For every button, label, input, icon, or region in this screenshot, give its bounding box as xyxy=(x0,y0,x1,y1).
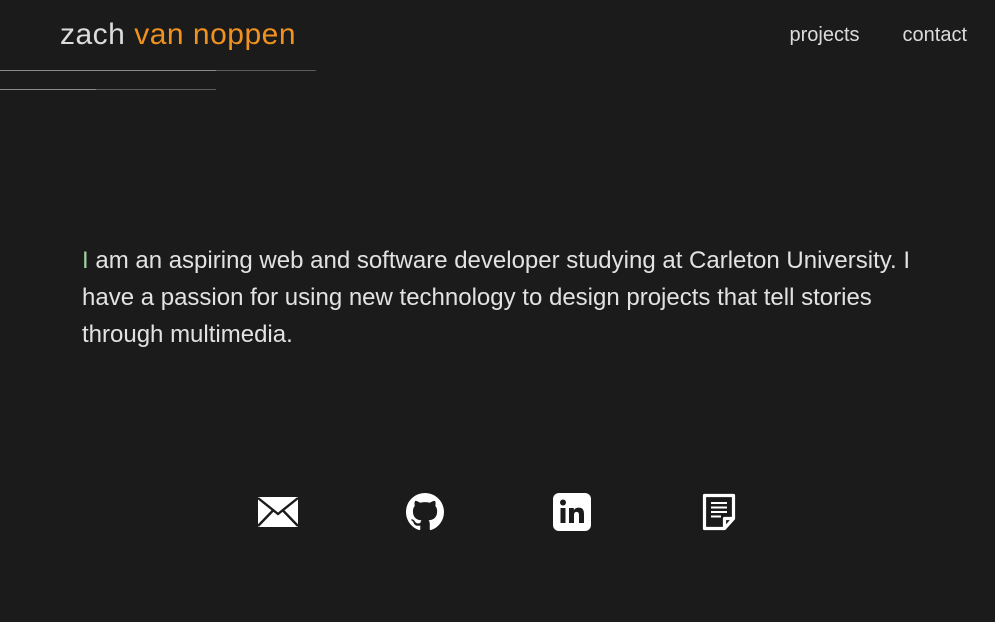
email-link[interactable] xyxy=(258,492,298,532)
intro-text: am an aspiring web and software develope… xyxy=(82,247,910,348)
main-nav: projects contact xyxy=(789,22,967,48)
header-divider xyxy=(0,89,96,90)
nav-link-contact[interactable]: contact xyxy=(903,22,967,48)
nav-link-projects[interactable]: projects xyxy=(789,22,859,48)
logo-last-name: van noppen xyxy=(134,18,297,51)
header-divider xyxy=(96,89,216,90)
linkedin-link[interactable] xyxy=(552,492,592,532)
github-icon xyxy=(406,493,444,531)
logo-first-name: zach xyxy=(60,18,126,51)
intro-first-letter: I xyxy=(82,247,89,274)
resume-document-icon xyxy=(702,493,736,531)
resume-link[interactable] xyxy=(699,492,739,532)
linkedin-icon xyxy=(553,493,591,531)
github-link[interactable] xyxy=(405,492,445,532)
site-logo[interactable]: zach van noppen xyxy=(60,16,296,54)
header-divider xyxy=(216,70,316,71)
intro-paragraph: I am an aspiring web and software develo… xyxy=(82,242,912,353)
envelope-icon xyxy=(258,497,298,527)
header-divider xyxy=(0,70,216,71)
social-links xyxy=(0,492,995,532)
